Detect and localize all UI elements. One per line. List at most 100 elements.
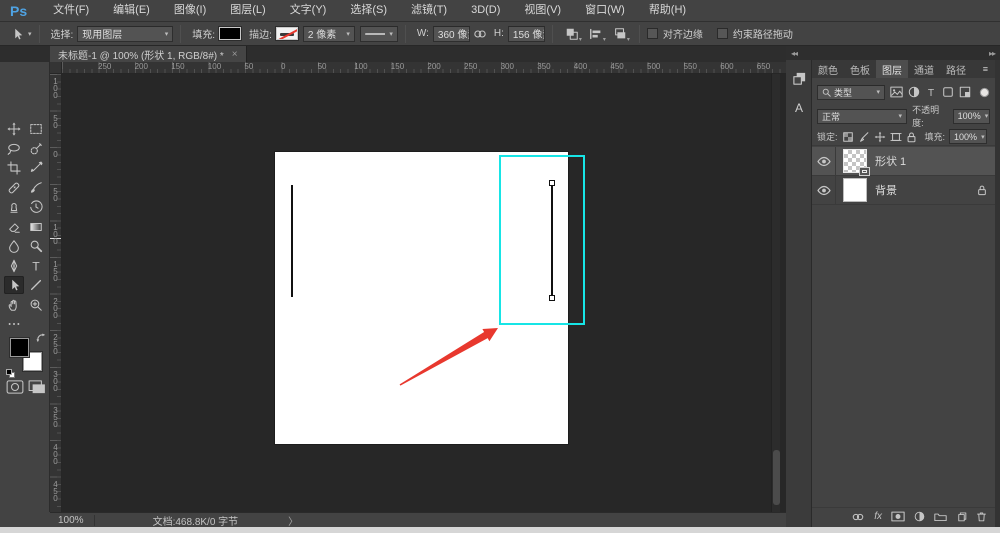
panel-tab-inactive[interactable]: 颜色: [812, 60, 844, 78]
select-mode-dropdown[interactable]: 现用图层 ▾: [77, 25, 174, 42]
move-tool[interactable]: [4, 120, 24, 138]
menu-item[interactable]: 窗口(W): [573, 0, 637, 21]
layer-name[interactable]: 背景: [875, 182, 897, 198]
crop-tool[interactable]: [4, 159, 24, 177]
panel-tab-inactive[interactable]: 路径: [940, 60, 972, 78]
vertical-ruler[interactable]: 1 0 0 5 0 0 5 0 1 0 0 1 5 0 2 0 0 2 5 0 3 0 0 3 5…: [50, 74, 62, 512]
eraser-tool[interactable]: [4, 218, 24, 236]
expand-panels-icon[interactable]: ◂◂: [791, 49, 798, 58]
new-adjustment-layer-icon[interactable]: [914, 511, 925, 522]
filter-type-dropdown[interactable]: 类型 ▾: [817, 84, 885, 100]
menu-item[interactable]: 文字(Y): [278, 0, 339, 21]
filter-adjustment-layers-icon[interactable]: [908, 86, 920, 98]
menu-item[interactable]: 帮助(H): [637, 0, 698, 21]
filter-type-layers-icon[interactable]: T: [925, 86, 937, 98]
stroke-width-dropdown[interactable]: 2 像素 ▾: [302, 25, 355, 42]
visibility-cell[interactable]: [812, 176, 836, 204]
history-brush-tool[interactable]: [26, 198, 46, 216]
close-tab-icon[interactable]: ×: [232, 49, 238, 60]
path-arrangement-button[interactable]: ▾: [608, 25, 632, 43]
default-colors-icon[interactable]: [6, 369, 16, 379]
background-layer-thumbnail[interactable]: [843, 178, 867, 202]
align-edges-option[interactable]: 对齐边缘: [646, 26, 703, 41]
lock-artboard-icon[interactable]: [889, 131, 902, 143]
constrain-path-checkbox[interactable]: [716, 28, 728, 39]
lock-transparency-icon[interactable]: [842, 131, 854, 143]
panel-tab-inactive[interactable]: 通道: [908, 60, 940, 78]
panel-tab-active[interactable]: 图层: [876, 60, 908, 78]
status-options-chevron[interactable]: 〉: [288, 513, 298, 528]
menu-item[interactable]: 编辑(E): [101, 0, 162, 21]
filter-shape-layers-icon[interactable]: [942, 86, 954, 98]
zoom-level[interactable]: 100%: [50, 514, 95, 526]
link-dimensions-icon[interactable]: [473, 28, 487, 40]
dodge-tool[interactable]: [26, 237, 46, 255]
fill-opacity-dropdown[interactable]: 100% ▾: [949, 129, 988, 144]
align-edges-checkbox[interactable]: [646, 28, 658, 39]
filter-pixel-layers-icon[interactable]: [890, 86, 903, 98]
collapse-panels-icon[interactable]: ▸▸: [989, 49, 996, 58]
clone-stamp-tool[interactable]: [4, 198, 24, 216]
brush-tool[interactable]: [26, 179, 46, 197]
canvas-viewport[interactable]: [62, 74, 786, 512]
new-group-icon[interactable]: [934, 511, 947, 522]
layer-row-background[interactable]: 背景: [812, 176, 995, 205]
filter-smart-objects-icon[interactable]: [959, 86, 971, 98]
pen-tool[interactable]: [4, 257, 24, 275]
rectangular-marquee-tool[interactable]: [26, 120, 46, 138]
screen-mode-button[interactable]: [28, 380, 46, 397]
menu-item[interactable]: 文件(F): [41, 0, 101, 21]
horizontal-ruler[interactable]: 250 200 150 100 50 0 50 100 150 200 250 300 350 400 45…: [62, 62, 786, 74]
shape-height-input[interactable]: 156 像素: [507, 25, 545, 42]
opacity-dropdown[interactable]: 100% ▾: [952, 108, 991, 124]
shape-layer-thumbnail[interactable]: [843, 149, 870, 176]
lock-all-icon[interactable]: [906, 131, 917, 143]
menu-item[interactable]: 视图(V): [512, 0, 573, 21]
spot-healing-brush-tool[interactable]: [4, 179, 24, 197]
quick-selection-tool[interactable]: [26, 140, 46, 158]
gradient-tool[interactable]: [26, 218, 46, 236]
lock-position-icon[interactable]: [874, 131, 886, 143]
panel-tab-inactive[interactable]: 色板: [844, 60, 876, 78]
link-layers-icon[interactable]: [851, 512, 865, 522]
fill-color-swatch[interactable]: [218, 26, 243, 41]
quick-mask-button[interactable]: [6, 380, 24, 397]
panel-menu-icon[interactable]: ≡: [983, 64, 995, 74]
blur-tool[interactable]: [4, 237, 24, 255]
layer-style-icon[interactable]: fx: [874, 511, 882, 522]
menu-item[interactable]: 滤镜(T): [399, 0, 459, 21]
type-tool[interactable]: T: [26, 257, 46, 275]
ruler-origin-box[interactable]: [50, 62, 62, 74]
blend-mode-dropdown[interactable]: 正常 ▾: [817, 108, 908, 124]
character-panel-button[interactable]: A: [789, 98, 809, 118]
zoom-tool[interactable]: [26, 296, 46, 314]
vertical-scrollbar[interactable]: [771, 74, 780, 512]
edit-toolbar-button[interactable]: [4, 315, 24, 333]
lasso-tool[interactable]: [4, 140, 24, 158]
path-selection-tool[interactable]: [4, 276, 24, 294]
path-operations-button[interactable]: ▾: [560, 25, 584, 43]
visibility-cell[interactable]: [812, 147, 836, 175]
foreground-color-swatch[interactable]: [9, 337, 30, 358]
stroke-color-swatch[interactable]: [274, 26, 299, 41]
shape-width-input[interactable]: 360 像素: [432, 25, 470, 42]
delete-layer-icon[interactable]: [976, 511, 987, 522]
constrain-path-option[interactable]: 约束路径拖动: [716, 26, 793, 41]
layer-row-shape1[interactable]: 形状 1: [812, 147, 995, 176]
lock-pixels-icon[interactable]: [858, 131, 870, 143]
menu-item[interactable]: 3D(D): [459, 0, 512, 21]
menu-item[interactable]: 图层(L): [218, 0, 277, 21]
line-tool[interactable]: [26, 276, 46, 294]
document-tab[interactable]: 未标题-1 @ 100% (形状 1, RGB/8#) * ×: [50, 46, 247, 62]
swap-colors-icon[interactable]: [36, 333, 47, 344]
hand-tool[interactable]: [4, 296, 24, 314]
layer-name[interactable]: 形状 1: [875, 153, 906, 169]
eyedropper-tool[interactable]: [26, 159, 46, 177]
filter-toggle-icon[interactable]: [979, 87, 990, 98]
menu-item[interactable]: 选择(S): [338, 0, 399, 21]
scrollbar-thumb[interactable]: [773, 450, 780, 505]
new-layer-icon[interactable]: [956, 511, 967, 522]
stroke-type-dropdown[interactable]: ▾: [359, 25, 398, 42]
tool-preset-button[interactable]: ▾: [10, 27, 32, 41]
menu-item[interactable]: 图像(I): [162, 0, 218, 21]
